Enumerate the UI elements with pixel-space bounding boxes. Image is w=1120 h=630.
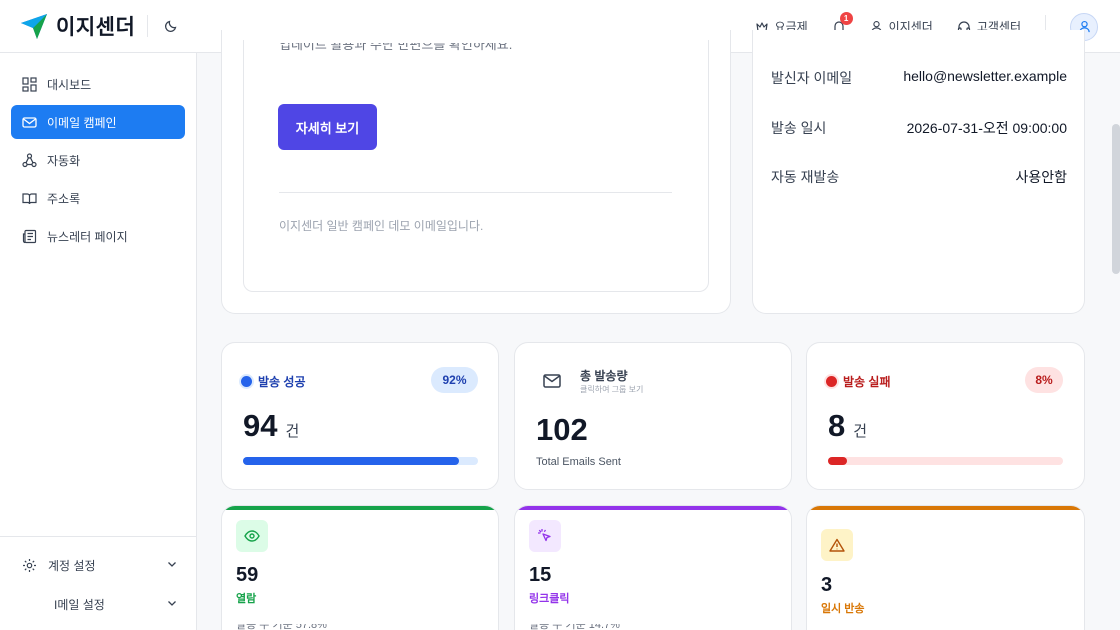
sidebar-item-automation[interactable]: 자동화 [11,143,185,177]
header-divider [147,15,149,37]
info-value: 2026-07-31-오전 09:00:00 [906,120,1067,136]
gear-icon [23,558,36,572]
info-value: hello@newsletter.example [903,68,1067,84]
success-count-unit: 건 [285,423,300,440]
failure-dot-icon [826,376,837,387]
info-row-send-time: 발송 일시 2026-07-31-오전 09:00:00 [771,118,1067,138]
eye-icon-box [236,520,268,552]
failure-progress-fill [828,457,847,465]
metric-open-strip [222,506,498,510]
sidebar-item-newsletter-page[interactable]: 뉴스레터 페이지 [11,219,185,253]
book-icon [22,192,37,204]
failure-percent-badge: 8% [1025,367,1063,393]
success-count: 94 건 [243,408,299,444]
logo[interactable]: 이지센더 [20,11,135,41]
metric-click-label: 링크클릭 [529,593,570,605]
chevron-down-icon [168,562,176,567]
metric-bounce-strip [807,506,1084,510]
preview-divider [279,192,672,193]
info-label: 발송 일시 [771,120,827,136]
click-icon-box [529,520,561,552]
success-percent-badge: 92% [431,367,478,393]
stat-title-label: 발송 성공 [258,375,306,389]
cursor-click-icon [538,529,551,542]
info-row-sender: 발신자 이메일 hello@newsletter.example [771,68,1067,88]
total-sent-caption: Total Emails Sent [536,456,621,468]
metric-click-footnote: 발송 수 기준 14.7% [529,624,620,630]
warning-icon-box [821,529,853,561]
preview-footer-text: 이지센더 일반 캠페인 데모 이메일입니다. [279,219,484,233]
chevron-down-icon [168,601,176,606]
mail-icon [22,116,37,128]
automation-icon [22,152,37,167]
preview-text: 업데이트 활용과 주단 반편으를 확인하세요. [279,43,513,52]
metric-open-footnote: 발송 수 기준 57.8% [236,624,327,630]
failure-count-value: 8 [828,408,846,443]
paper-plane-icon [21,14,47,39]
metric-click-value: 15 [529,564,552,586]
success-count-value: 94 [243,408,278,443]
send-failure-title: 발송 실패 [826,373,891,390]
sidebar-item-mail-settings[interactable]: I메일 설정 [22,592,178,616]
total-sent-subtitle: 클릭하여 그룹 보기 [580,385,644,394]
sidebar-item-label: 자동화 [47,153,81,168]
newspaper-icon [22,229,37,243]
sidebar-item-label: I메일 설정 [54,597,105,612]
success-progress-bar [243,457,478,465]
sidebar-item-account-settings[interactable]: 계정 설정 [22,553,178,577]
total-mail-icon-box [537,366,567,396]
sidebar-item-label: 대시보드 [47,77,92,92]
info-label: 자동 재발송 [771,169,840,185]
sidebar-item-label: 계정 설정 [48,558,96,573]
sidebar: 대시보드 이메일 캠페인 자동화 주소록 뉴스레터 페이지 계정 설정 I메일 … [0,53,197,630]
metric-click-strip [515,506,791,510]
eye-icon [244,530,260,542]
notification-badge: 1 [839,11,853,25]
warning-icon [829,538,845,552]
total-sent-title: 총 발송량 [580,369,628,383]
stat-title-label: 발송 실패 [843,375,891,389]
info-label: 발신자 이메일 [771,70,853,86]
total-sent-count: 102 [536,412,588,447]
view-details-button[interactable]: 자세히 보기 [278,104,377,150]
theme-toggle-button[interactable] [164,19,178,33]
sidebar-settings: 계정 설정 I메일 설정 [0,536,196,630]
sidebar-item-label: 뉴스레터 페이지 [47,229,128,244]
metric-bounce-value: 3 [821,574,833,596]
sidebar-item-label: 주소록 [47,191,81,206]
logo-text: 이지센더 [56,16,136,39]
info-value: 사용안함 [1015,169,1067,185]
metric-bounce-label: 일시 반송 [821,603,865,615]
sidebar-item-dashboard[interactable]: 대시보드 [11,67,185,101]
info-row-auto-resend: 자동 재발송 사용안함 [771,167,1067,187]
sidebar-item-address-book[interactable]: 주소록 [11,181,185,215]
failure-count: 8 건 [828,408,867,444]
sidebar-item-email-campaign[interactable]: 이메일 캠페인 [11,105,185,139]
metric-open-label: 열람 [236,593,257,605]
send-success-title: 발송 성공 [241,373,306,390]
success-progress-fill [243,457,460,465]
mail-icon [543,374,561,388]
success-dot-icon [241,376,252,387]
email-preview-frame [243,40,709,292]
failure-progress-bar [828,457,1063,465]
page-scrollbar[interactable] [1112,124,1120,274]
failure-count-unit: 건 [853,423,868,440]
sidebar-item-label: 이메일 캠페인 [47,115,117,130]
dashboard-icon [22,76,37,92]
metric-open-value: 59 [236,564,259,586]
moon-icon [165,20,177,33]
